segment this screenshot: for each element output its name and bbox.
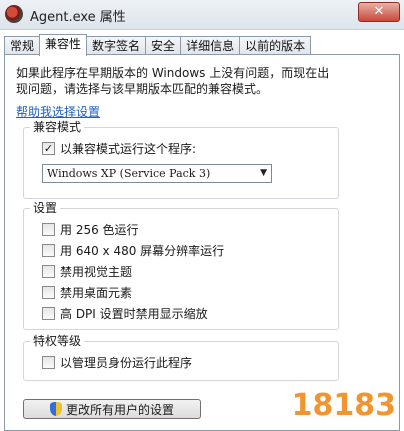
window-title: Agent.exe 属性 <box>30 10 126 25</box>
checkbox[interactable] <box>42 265 55 278</box>
setting-640x480[interactable]: 用 640 x 480 屏幕分辨率运行 <box>42 242 224 259</box>
checkbox[interactable] <box>42 223 55 236</box>
compat-mode-checkbox-row[interactable]: ✓ 以兼容模式运行这个程序: <box>42 140 196 157</box>
setting-label: 用 256 色运行 <box>60 223 139 237</box>
intro-line-2: 现问题，请选择与该早期版本匹配的兼容模式。 <box>16 82 269 96</box>
settings-group: 设置 用 256 色运行 用 640 x 480 屏幕分辨率运行 禁用视觉主题 … <box>23 200 339 330</box>
compat-mode-title: 兼容模式 <box>30 119 85 135</box>
uac-shield-icon <box>49 402 62 416</box>
setting-disable-dpi-scaling[interactable]: 高 DPI 设置时禁用显示缩放 <box>42 305 208 322</box>
tab-security[interactable]: 安全 <box>145 36 182 55</box>
run-as-admin-label: 以管理员身份运行此程序 <box>60 356 193 370</box>
checkbox[interactable] <box>42 307 55 320</box>
settings-title: 设置 <box>30 200 61 216</box>
tab-compatibility[interactable]: 兼容性 <box>39 34 88 56</box>
intro-text: 如果此程序在早期版本的 Windows 上没有问题，而现在出 现问题，请选择与该… <box>16 65 346 97</box>
tab-digital-signatures[interactable]: 数字签名 <box>86 36 147 55</box>
privilege-title: 特权等级 <box>30 333 85 349</box>
compatibility-page: 如果此程序在早期版本的 Windows 上没有问题，而现在出 现问题，请选择与该… <box>4 54 400 431</box>
tab-previous-versions[interactable]: 以前的版本 <box>239 36 312 55</box>
intro-line-1: 如果此程序在早期版本的 Windows 上没有问题，而现在出 <box>16 66 330 80</box>
title-bar: Agent.exe 属性 ✕ <box>0 0 404 30</box>
tab-strip: 常规 兼容性 数字签名 安全 详细信息 以前的版本 <box>4 34 400 56</box>
setting-disable-visual-themes[interactable]: 禁用视觉主题 <box>42 263 132 280</box>
dropdown-arrow-icon: ▼ <box>260 168 267 178</box>
setting-label: 高 DPI 设置时禁用显示缩放 <box>60 307 208 321</box>
setting-disable-desktop-composition[interactable]: 禁用桌面元素 <box>42 284 132 301</box>
watermark-logo: 18183 <box>291 388 396 423</box>
run-as-admin-checkbox[interactable] <box>42 356 55 369</box>
help-me-choose-link[interactable]: 帮助我选择设置 <box>16 103 100 120</box>
setting-label: 禁用视觉主题 <box>60 265 133 279</box>
checkbox[interactable] <box>42 286 55 299</box>
privilege-group: 特权等级 以管理员身份运行此程序 <box>23 333 339 381</box>
compat-mode-label: 以兼容模式运行这个程序: <box>60 142 197 156</box>
app-icon <box>5 5 23 23</box>
compat-mode-checkbox[interactable]: ✓ <box>42 142 55 155</box>
compat-mode-group: 兼容模式 ✓ 以兼容模式运行这个程序: Windows XP (Service … <box>23 119 339 199</box>
tab-general[interactable]: 常规 <box>4 36 41 55</box>
setting-256-colors[interactable]: 用 256 色运行 <box>42 221 139 238</box>
os-version-select[interactable]: Windows XP (Service Pack 3) ▼ <box>42 164 272 183</box>
close-button[interactable]: ✕ <box>358 2 400 22</box>
checkbox[interactable] <box>42 244 55 257</box>
run-as-admin-row[interactable]: 以管理员身份运行此程序 <box>42 354 192 371</box>
os-version-value: Windows XP (Service Pack 3) <box>47 167 211 180</box>
setting-label: 禁用桌面元素 <box>60 286 133 300</box>
tab-details[interactable]: 详细信息 <box>180 36 241 55</box>
change-all-users-label: 更改所有用户的设置 <box>65 402 174 417</box>
setting-label: 用 640 x 480 屏幕分辨率运行 <box>60 244 225 258</box>
change-all-users-button[interactable]: 更改所有用户的设置 <box>23 399 201 419</box>
